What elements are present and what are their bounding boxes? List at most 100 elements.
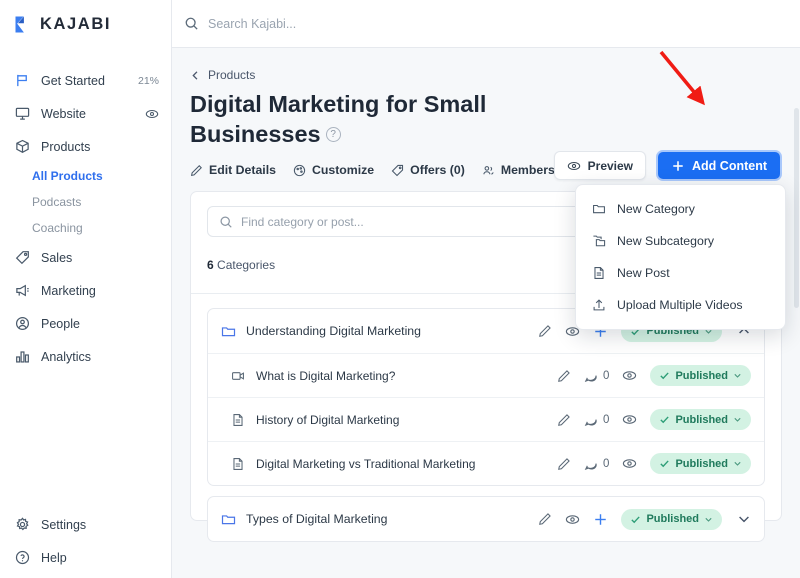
status-label: Published — [675, 413, 728, 426]
breadcrumb-label: Products — [208, 68, 256, 82]
page-scrollbar-thumb[interactable] — [794, 108, 799, 308]
tab-edit-details[interactable]: Edit Details — [190, 163, 276, 177]
global-search-input[interactable]: Search Kajabi... — [208, 17, 296, 31]
row-actions: Published — [538, 508, 751, 530]
row-actions: 0 Published — [557, 365, 751, 387]
brand-logo[interactable]: KAJABI — [0, 0, 171, 48]
find-input-placeholder: Find category or post... — [241, 214, 364, 229]
preview-label: Preview — [587, 158, 634, 173]
page-title-wrap: Digital Marketing for Small Businesses? — [190, 89, 500, 149]
video-icon — [231, 369, 247, 383]
table-row[interactable]: Types of Digital Marketing Published — [208, 497, 764, 541]
subfolder-icon — [592, 234, 607, 248]
flag-icon — [14, 72, 31, 89]
tab-offers[interactable]: Offers (0) — [391, 163, 465, 177]
folder-icon — [221, 512, 237, 527]
sidebar-item-coaching[interactable]: Coaching — [0, 215, 171, 241]
edit-pencil-icon[interactable] — [557, 457, 571, 471]
comments-count[interactable]: 0 — [584, 413, 609, 427]
sidebar-bottom-nav: Settings Help — [0, 508, 171, 578]
status-badge[interactable]: Published — [650, 453, 751, 475]
visibility-eye-icon[interactable] — [622, 412, 637, 427]
add-content-dropdown-menu: New Category New Subcategory New Post Up… — [575, 184, 786, 330]
sidebar-nav: Get Started 21% Website Products All Pro… — [0, 64, 171, 373]
sidebar-item-people[interactable]: People — [0, 307, 171, 340]
box-icon — [14, 138, 31, 155]
plus-icon — [671, 159, 685, 173]
page-scrollbar-track[interactable] — [793, 48, 800, 578]
table-row[interactable]: Digital Marketing vs Traditional Marketi… — [208, 441, 764, 485]
comments-count[interactable]: 0 — [584, 457, 609, 471]
get-started-progress: 21% — [137, 74, 159, 87]
comment-bubble-icon — [584, 369, 598, 383]
tab-label: Offers (0) — [410, 163, 465, 178]
comments-count-label: 0 — [603, 457, 610, 470]
sidebar-item-label: Website — [41, 106, 86, 121]
tab-customize[interactable]: Customize — [293, 163, 374, 177]
edit-pencil-icon[interactable] — [557, 369, 571, 383]
visibility-eye-icon[interactable] — [622, 456, 637, 471]
sidebar-item-all-products[interactable]: All Products — [0, 163, 171, 189]
document-icon — [231, 413, 247, 427]
sidebar-item-podcasts[interactable]: Podcasts — [0, 189, 171, 215]
menu-item-label: New Subcategory — [617, 234, 715, 248]
sidebar-item-label: Marketing — [41, 283, 96, 298]
comment-bubble-icon — [584, 413, 598, 427]
sidebar-item-website[interactable]: Website — [0, 97, 171, 130]
chevron-down-icon — [704, 515, 713, 524]
edit-pencil-icon[interactable] — [538, 512, 552, 526]
sidebar-item-label: Settings — [41, 517, 87, 532]
category-count-label: Categories — [217, 257, 276, 272]
post-title: Digital Marketing vs Traditional Marketi… — [256, 456, 476, 471]
status-label: Published — [675, 369, 728, 382]
website-preview-icon[interactable] — [145, 107, 159, 121]
sidebar-item-marketing[interactable]: Marketing — [0, 274, 171, 307]
sidebar-item-analytics[interactable]: Analytics — [0, 340, 171, 373]
brand-name: KAJABI — [40, 14, 112, 33]
app-root: KAJABI Get Started 21% Website Products … — [0, 0, 800, 578]
preview-button[interactable]: Preview — [553, 151, 647, 180]
pencil-icon — [190, 164, 203, 177]
sidebar-item-settings[interactable]: Settings — [0, 508, 171, 541]
help-tooltip-icon[interactable]: ? — [325, 127, 341, 143]
edit-pencil-icon[interactable] — [538, 324, 552, 338]
table-row[interactable]: What is Digital Marketing? 0 Published — [208, 353, 764, 397]
sidebar-item-sales[interactable]: Sales — [0, 241, 171, 274]
folder-icon — [221, 324, 237, 339]
main-area: Search Kajabi... Products Digital Market… — [172, 0, 800, 578]
menu-item-new-category[interactable]: New Category — [576, 193, 785, 225]
menu-item-new-subcategory[interactable]: New Subcategory — [576, 225, 785, 257]
gear-icon — [14, 516, 31, 533]
sidebar-item-label: Analytics — [41, 349, 92, 364]
table-row[interactable]: History of Digital Marketing 0 Published — [208, 397, 764, 441]
check-icon — [659, 458, 670, 469]
category-list: Understanding Digital Marketing Publishe… — [191, 294, 781, 543]
sidebar-item-products[interactable]: Products — [0, 130, 171, 163]
bar-chart-icon — [14, 348, 31, 365]
menu-item-label: New Category — [617, 202, 695, 216]
sidebar-item-get-started[interactable]: Get Started 21% — [0, 64, 171, 97]
category-title: Types of Digital Marketing — [246, 512, 388, 527]
category-count: 6 Categories — [207, 258, 275, 272]
monitor-icon — [14, 105, 31, 122]
status-badge[interactable]: Published — [621, 508, 722, 530]
visibility-eye-icon[interactable] — [622, 368, 637, 383]
add-post-plus-icon[interactable] — [593, 512, 608, 527]
chevron-down-icon[interactable] — [737, 512, 751, 526]
question-circle-icon — [14, 549, 31, 566]
status-badge[interactable]: Published — [650, 365, 751, 387]
breadcrumb[interactable]: Products — [190, 68, 782, 82]
global-topbar: Search Kajabi... — [172, 0, 800, 48]
menu-item-new-post[interactable]: New Post — [576, 257, 785, 289]
visibility-eye-icon[interactable] — [565, 512, 580, 527]
search-icon — [184, 16, 199, 31]
sidebar-item-help[interactable]: Help — [0, 541, 171, 574]
comments-count-label: 0 — [603, 413, 610, 426]
status-badge[interactable]: Published — [650, 409, 751, 431]
edit-pencil-icon[interactable] — [557, 413, 571, 427]
menu-item-upload-multiple-videos[interactable]: Upload Multiple Videos — [576, 289, 785, 321]
add-content-button[interactable]: Add Content — [656, 150, 782, 181]
check-icon — [659, 414, 670, 425]
status-label: Published — [675, 457, 728, 470]
comments-count[interactable]: 0 — [584, 369, 609, 383]
